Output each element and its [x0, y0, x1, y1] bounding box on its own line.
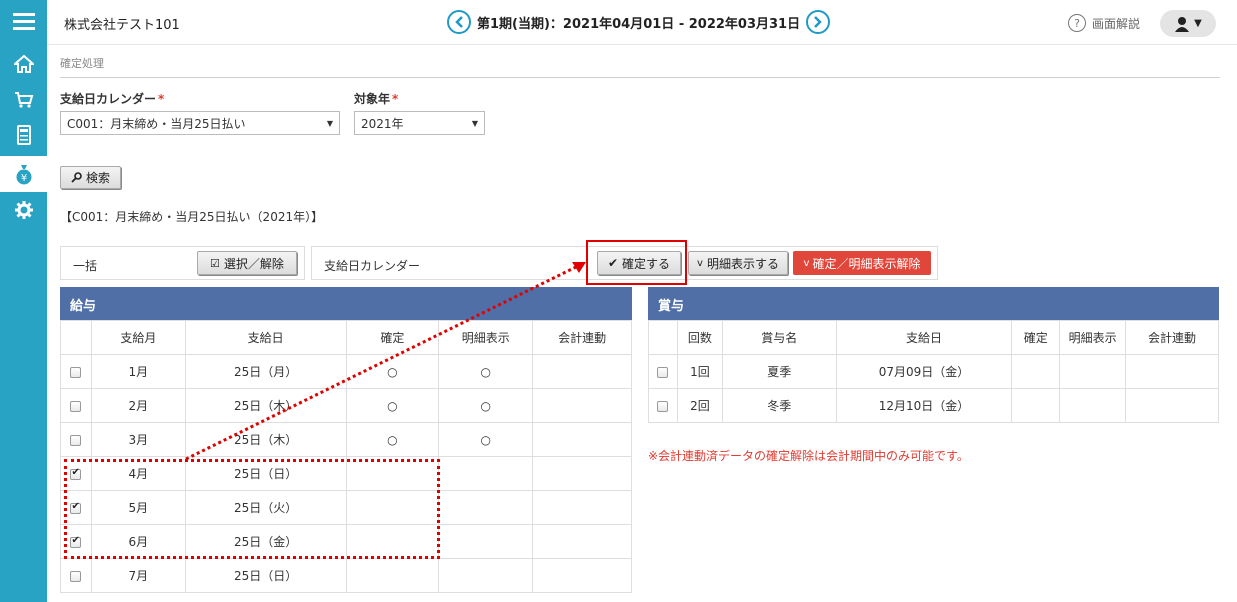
annotation-arrow: [185, 262, 586, 461]
